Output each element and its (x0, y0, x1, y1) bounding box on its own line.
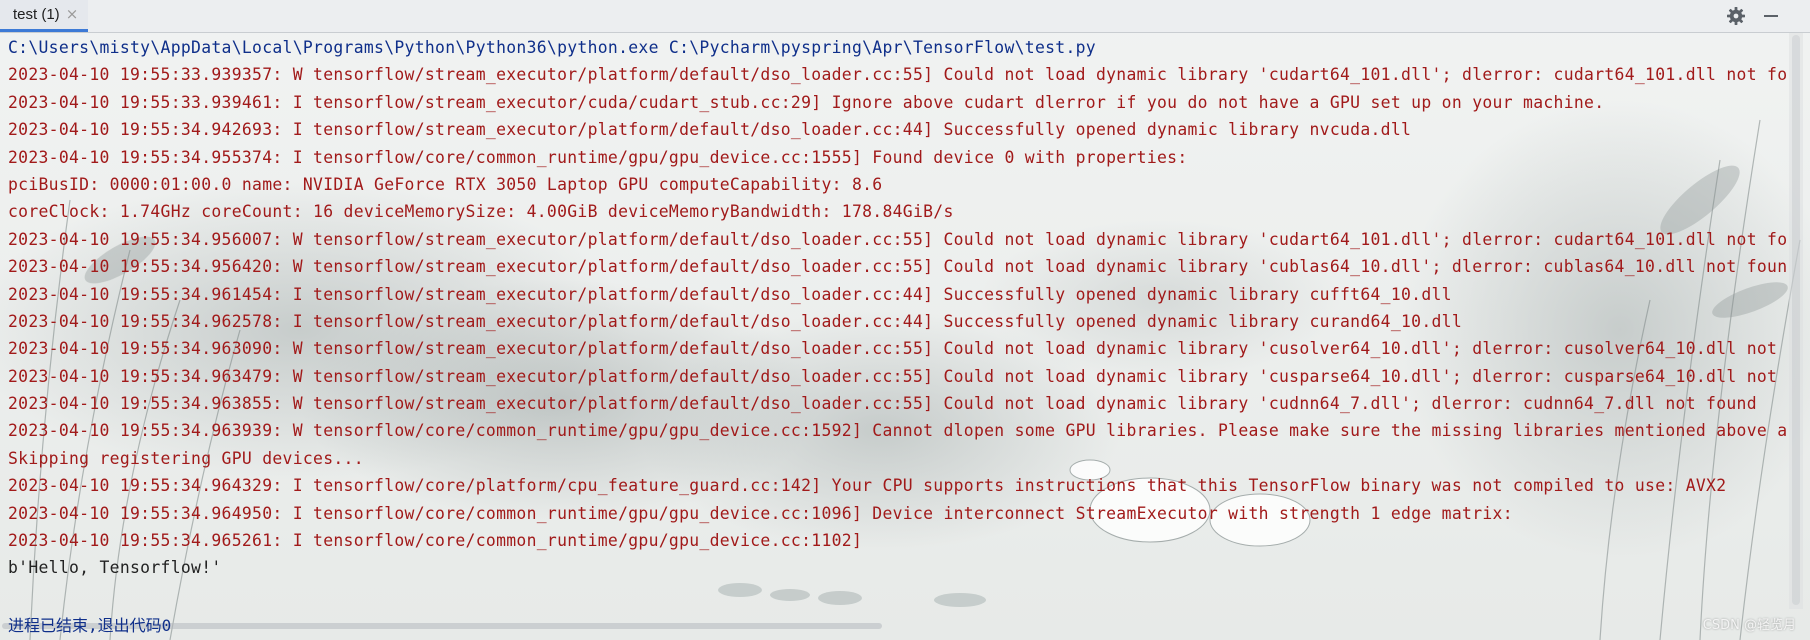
console-line: 2023-04-10 19:55:34.965261: I tensorflow… (8, 531, 863, 551)
console-line: 2023-04-10 19:55:34.964329: I tensorflow… (8, 476, 1727, 496)
console-line: 2023-04-10 19:55:34.964950: I tensorflow… (8, 503, 1513, 523)
console-line: 2023-04-10 19:55:34.956420: W tensorflow… (8, 257, 1788, 277)
process-exit-message: 进程已结束,退出代码0 (8, 616, 172, 635)
gear-icon[interactable] (1726, 6, 1746, 26)
console-line: 2023-04-10 19:55:33.939357: W tensorflow… (8, 65, 1788, 85)
console-output[interactable]: C:\Users\misty\AppData\Local\Programs\Py… (8, 34, 1788, 580)
minimize-icon[interactable] (1761, 6, 1781, 26)
watermark: CSDN @轻览月 (1702, 618, 1796, 633)
console-line: 2023-04-10 19:55:34.961454: I tensorflow… (8, 284, 1452, 304)
console-line: C:\Users\misty\AppData\Local\Programs\Py… (8, 38, 1096, 57)
tab-test-run[interactable]: test (1) × (0, 0, 89, 32)
tab-label: test (1) (13, 6, 60, 23)
console-line: coreClock: 1.74GHz coreCount: 16 deviceM… (8, 202, 954, 222)
run-tool-window-header: test (1) × (0, 0, 1810, 33)
console-line: 2023-04-10 19:55:34.942693: I tensorflow… (8, 120, 1412, 140)
console-line: b'Hello, Tensorflow!' (8, 558, 222, 578)
console-line: 2023-04-10 19:55:34.963479: W tensorflow… (8, 366, 1788, 386)
horizontal-scrollbar[interactable] (0, 622, 1790, 630)
vertical-scrollbar[interactable] (1789, 33, 1803, 609)
console-line: 2023-04-10 19:55:34.956007: W tensorflow… (8, 229, 1788, 249)
console-line: 2023-04-10 19:55:34.963939: W tensorflow… (8, 421, 1788, 441)
console-line: 2023-04-10 19:55:34.962578: I tensorflow… (8, 311, 1463, 331)
close-icon[interactable]: × (66, 7, 79, 22)
console-line: 2023-04-10 19:55:34.963090: W tensorflow… (8, 339, 1788, 359)
vertical-scroll-thumb[interactable] (1792, 35, 1800, 605)
console-line: Skipping registering GPU devices... (8, 448, 364, 468)
console-line: 2023-04-10 19:55:34.963855: W tensorflow… (8, 394, 1757, 414)
console-line: 2023-04-10 19:55:34.955374: I tensorflow… (8, 147, 1188, 167)
console-line: 2023-04-10 19:55:33.939461: I tensorflow… (8, 92, 1605, 112)
console-line: pciBusID: 0000:01:00.0 name: NVIDIA GeFo… (8, 174, 883, 194)
